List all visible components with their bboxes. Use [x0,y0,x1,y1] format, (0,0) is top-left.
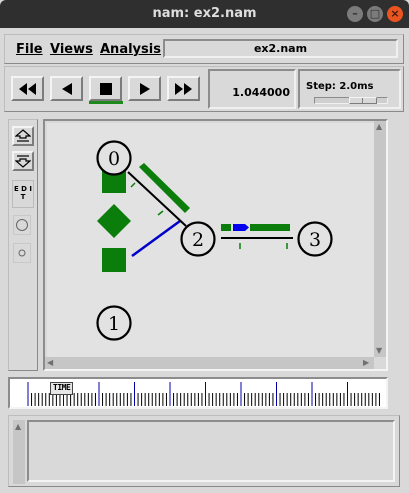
menu-bar: File Views Analysis ex2.nam [4,34,404,64]
packet-2-3-b [250,224,290,231]
annotation-scrollbar[interactable]: ▲ [13,420,25,484]
scroll-right-icon[interactable]: ▶ [363,359,369,367]
fast-rewind-icon [18,82,36,95]
time-slider[interactable]: TIME [8,377,388,409]
edit-button[interactable]: E D I T [12,180,34,208]
network-canvas[interactable]: 0 1 2 3 [47,123,374,357]
time-display: 1.044000 [208,69,296,109]
link-1-2 [131,219,181,258]
circle-large-icon [16,219,28,231]
zoom-in-icon [15,129,31,142]
playback-controls: 1.044000 Step: 2.0ms [4,66,404,112]
node-0[interactable]: 0 [96,140,132,176]
tool-column: E D I T [8,119,38,371]
node-2-label: 2 [192,229,204,251]
node-2[interactable]: 2 [180,221,216,257]
packet-marker-1 [130,182,136,188]
node-0-label: 0 [108,148,120,170]
play-backward-icon [61,82,72,95]
window-titlebar: nam: ex2.nam – □ × [0,0,409,28]
play-forward-button[interactable] [128,76,161,101]
scroll-up-icon[interactable]: ▲ [376,123,382,131]
annotation-scroll-up-icon[interactable]: ▲ [15,423,21,431]
network-graph: 0 1 2 3 [96,140,333,341]
annotation-panel: ▲ [8,415,400,487]
packet-marker-2 [157,210,164,216]
packet-2-3-a [221,224,231,231]
queue-packet-diamond [97,204,131,238]
scroll-left-icon[interactable]: ◀ [47,359,53,367]
fast-forward-button[interactable] [167,76,200,101]
fast-forward-icon [174,82,192,95]
step-control: Step: 2.0ms [298,69,401,109]
step-label: Step: 2.0ms [306,81,374,92]
node-3[interactable]: 3 [297,221,333,257]
fast-rewind-button[interactable] [11,76,44,101]
stop-button[interactable] [89,76,122,101]
zoom-out-icon [15,155,31,168]
step-slider[interactable] [314,97,388,104]
canvas-vertical-scrollbar[interactable]: ▲ ▼ [374,121,386,357]
stop-active-indicator [89,101,123,104]
node-3-label: 3 [309,229,321,251]
close-button[interactable]: × [387,6,403,22]
step-slider-thumb[interactable] [349,97,377,104]
circle-small-icon [18,249,26,257]
node-1-label: 1 [108,313,120,335]
canvas-horizontal-scrollbar[interactable]: ◀ ▶ [45,357,374,369]
annotation-list[interactable] [27,420,395,482]
play-forward-icon [139,82,150,95]
maximize-button[interactable]: □ [367,6,383,22]
play-backward-button[interactable] [50,76,83,101]
menu-views[interactable]: Views [50,42,93,57]
node-tool-small[interactable] [13,243,31,263]
minimize-button[interactable]: – [347,6,363,22]
menu-file[interactable]: File [16,42,43,57]
current-time: 1.044000 [232,86,290,99]
stop-icon [99,82,112,95]
node-1[interactable]: 1 [96,305,132,341]
filename-display: ex2.nam [163,39,398,58]
zoom-in-button[interactable] [12,126,34,146]
time-slider-thumb[interactable]: TIME [50,382,74,395]
node-tool-large[interactable] [13,215,31,235]
menu-analysis[interactable]: Analysis [100,42,161,57]
packet-2-3-blue [233,224,249,231]
scroll-down-icon[interactable]: ▼ [376,347,382,355]
queue-packet-square-2 [102,248,126,272]
zoom-out-button[interactable] [12,151,34,171]
